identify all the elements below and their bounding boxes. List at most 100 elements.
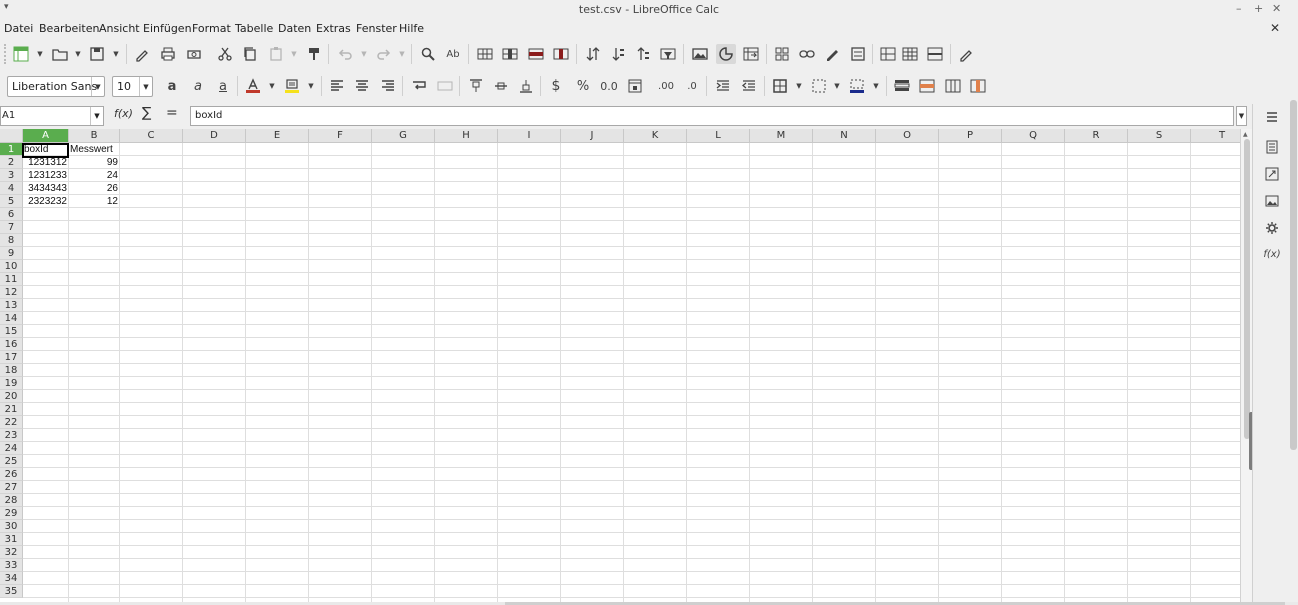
row-header-20[interactable]: 20 [0,390,23,403]
formula-input[interactable]: boxId [190,106,1234,126]
column-header-c[interactable]: C [120,129,183,143]
menu-daten[interactable]: Daten [278,22,311,35]
row-header-19[interactable]: 19 [0,377,23,390]
row-header-31[interactable]: 31 [0,533,23,546]
styles-icon[interactable] [1263,165,1281,183]
column-header-a[interactable]: A [23,129,69,143]
properties-icon[interactable] [1263,138,1281,156]
print-preview-icon[interactable] [184,44,204,64]
column-header-f[interactable]: F [309,129,372,143]
row-header-3[interactable]: 3 [0,169,23,182]
autofilter-icon[interactable] [658,44,678,64]
row-header-5[interactable]: 5 [0,195,23,208]
font-color-dropdown-icon[interactable]: ▼ [268,76,276,96]
column-header-o[interactable]: O [876,129,939,143]
navigator-icon[interactable] [1263,219,1281,237]
save-icon[interactable] [87,44,107,64]
insert-image-icon[interactable] [690,44,710,64]
borders-icon[interactable] [770,76,790,96]
functions-icon[interactable]: f(x) [1259,245,1285,263]
row-header-22[interactable]: 22 [0,416,23,429]
merge-cells-icon[interactable] [435,76,455,96]
row-header-23[interactable]: 23 [0,429,23,442]
column-header-e[interactable]: E [246,129,309,143]
format-as-number-button[interactable]: 0.0 [598,76,620,96]
column-header-r[interactable]: R [1065,129,1128,143]
column-header-g[interactable]: G [372,129,435,143]
maximize-button[interactable]: + [1254,2,1263,15]
cell-b3[interactable]: 24 [69,169,120,182]
split-window-icon[interactable] [925,44,945,64]
row-header-35[interactable]: 35 [0,585,23,598]
row-header-29[interactable]: 29 [0,507,23,520]
row-header-7[interactable]: 7 [0,221,23,234]
format-as-percent-button[interactable]: % [573,76,593,96]
vertical-scrollbar[interactable]: ▲ [1240,129,1252,602]
border-color-dropdown-icon[interactable]: ▼ [872,76,880,96]
row-header-24[interactable]: 24 [0,442,23,455]
close-window-button[interactable]: ✕ [1272,2,1281,15]
define-print-area-icon[interactable] [878,44,898,64]
delete-decimal-place-icon[interactable]: .0 [682,76,702,96]
open-folder-icon[interactable] [50,44,70,64]
outer-scrollbar[interactable] [1290,100,1297,450]
menu-format[interactable]: Format [192,22,231,35]
column-header-l[interactable]: L [687,129,750,143]
row-header-21[interactable]: 21 [0,403,23,416]
delete-column-icon[interactable] [968,76,988,96]
column-header-s[interactable]: S [1128,129,1191,143]
row-header-15[interactable]: 15 [0,325,23,338]
menu-fenster[interactable]: Fenster [356,22,397,35]
row-header-25[interactable]: 25 [0,455,23,468]
spelling-icon[interactable]: Ab [443,44,463,64]
row-header-9[interactable]: 9 [0,247,23,260]
row-header-11[interactable]: 11 [0,273,23,286]
row-header-30[interactable]: 30 [0,520,23,533]
row-header-17[interactable]: 17 [0,351,23,364]
copy-icon[interactable] [240,44,260,64]
sort-ascending-icon[interactable] [608,44,628,64]
add-decimal-place-icon[interactable]: .00 [656,76,676,96]
wrap-text-icon[interactable] [409,76,429,96]
formula-button[interactable]: = [166,105,178,121]
chevron-down-icon[interactable]: ▼ [90,107,103,125]
conditional-format-icon[interactable] [892,76,912,96]
expand-formula-bar-icon[interactable]: ▼ [1236,106,1247,126]
undo-dropdown-icon[interactable]: ▼ [360,44,368,64]
center-vertically-icon[interactable] [491,76,511,96]
scrollbar-thumb[interactable] [1244,139,1250,439]
cut-icon[interactable] [215,44,235,64]
cell-a4[interactable]: 3434343 [23,182,69,195]
cell-a1[interactable]: boxId [23,143,69,156]
cell-b1[interactable]: Messwert [69,143,120,156]
border-style-dropdown-icon[interactable]: ▼ [833,76,841,96]
close-document-button[interactable]: ✕ [1270,21,1280,35]
sort-descending-icon[interactable] [633,44,653,64]
format-as-date-icon[interactable] [625,76,645,96]
row-header-27[interactable]: 27 [0,481,23,494]
row-header-12[interactable]: 12 [0,286,23,299]
font-name-combo[interactable]: Liberation Sans ▼ [7,76,105,97]
column-header-k[interactable]: K [624,129,687,143]
freeze-rows-columns-icon[interactable] [900,44,920,64]
menu-bearbeiten[interactable]: Bearbeiten [39,22,99,35]
menu-einfuegen[interactable]: Einfügen [143,22,192,35]
menu-ansicht[interactable]: Ansicht [99,22,140,35]
redo-dropdown-icon[interactable]: ▼ [398,44,406,64]
row-header-18[interactable]: 18 [0,364,23,377]
row-header-2[interactable]: 2 [0,156,23,169]
row-header-8[interactable]: 8 [0,234,23,247]
row-header-4[interactable]: 4 [0,182,23,195]
row-header-28[interactable]: 28 [0,494,23,507]
special-character-icon[interactable] [772,44,792,64]
cell-b2[interactable]: 99 [69,156,120,169]
borders-dropdown-icon[interactable]: ▼ [795,76,803,96]
row-header-16[interactable]: 16 [0,338,23,351]
column-header-j[interactable]: J [561,129,624,143]
function-wizard-button[interactable]: f(x) [114,107,133,120]
decrease-indent-icon[interactable] [739,76,759,96]
column-header-t[interactable]: T [1191,129,1240,143]
gallery-icon[interactable] [1263,192,1281,210]
select-all-corner[interactable] [0,129,23,143]
find-replace-icon[interactable] [418,44,438,64]
